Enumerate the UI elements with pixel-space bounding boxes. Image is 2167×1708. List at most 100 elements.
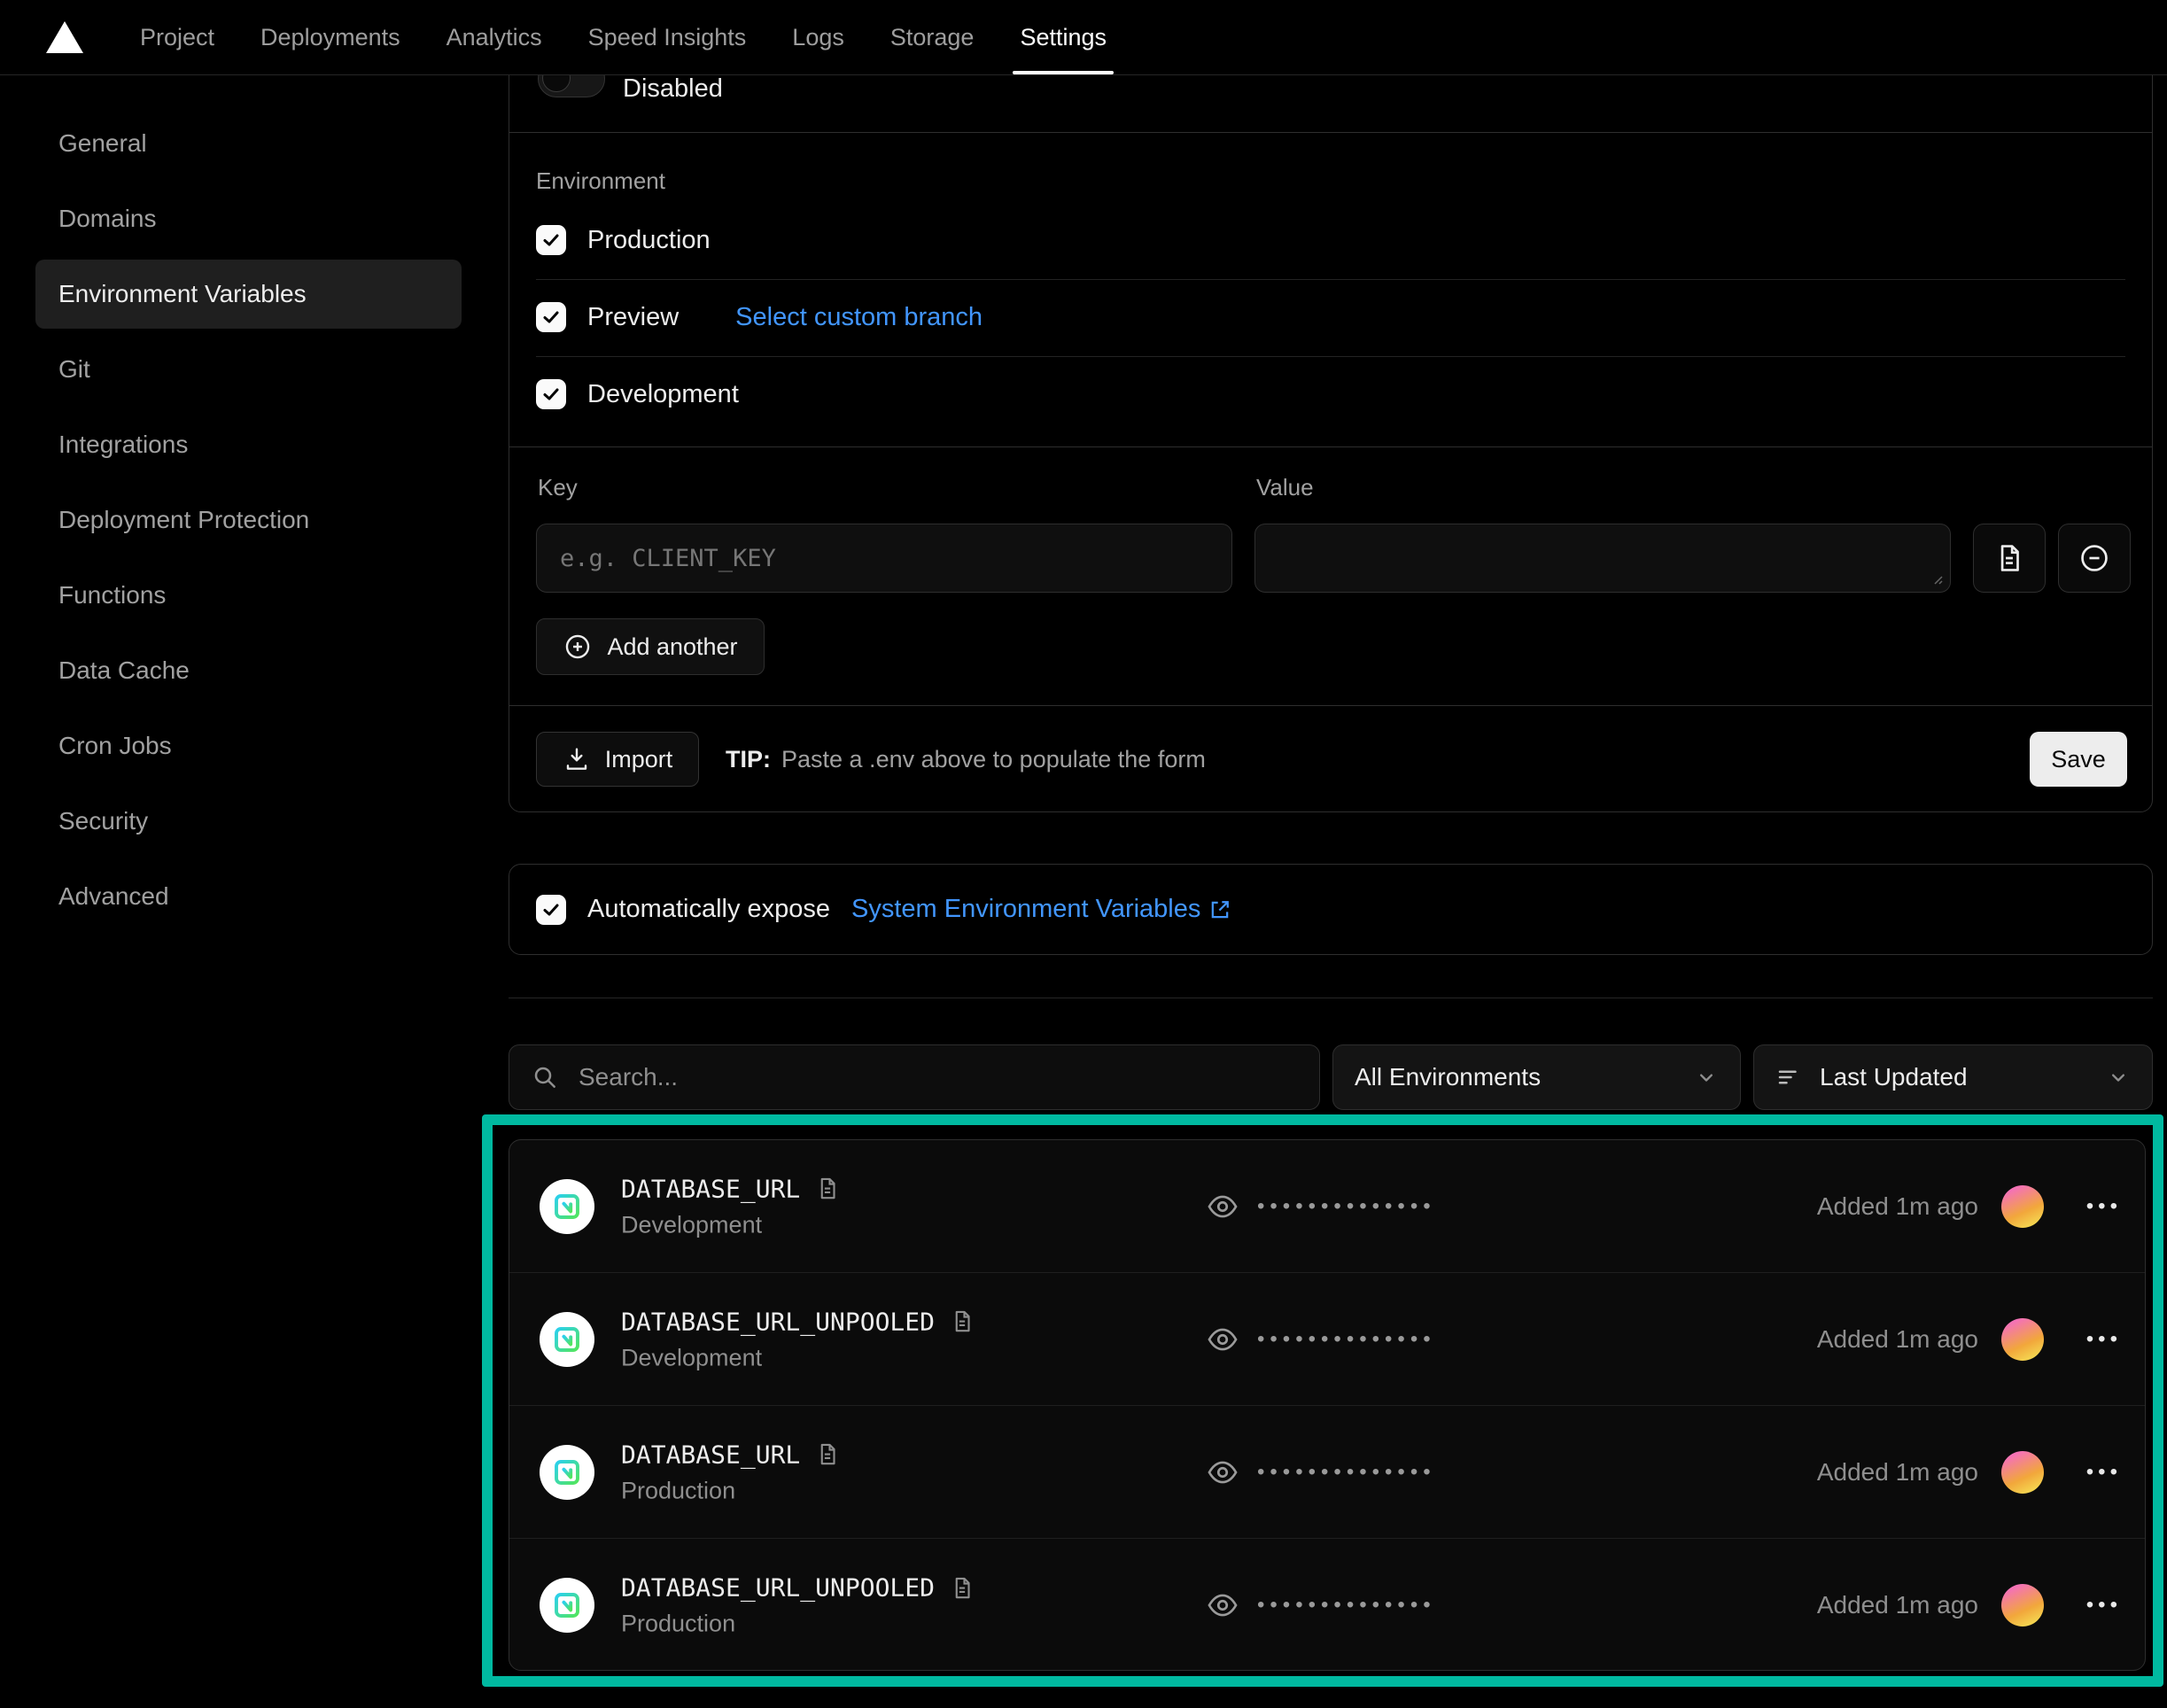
masked-value: •••••••••••••• (1257, 1593, 1436, 1618)
nav-item-storage[interactable]: Storage (890, 0, 975, 74)
row-actions-menu[interactable]: ••• (2086, 1593, 2122, 1618)
added-timestamp: Added 1m ago (1817, 1458, 1978, 1487)
env-var-list: DATABASE_URL Development •••••••••••••• … (509, 1139, 2146, 1671)
environments-filter-dropdown[interactable]: All Environments (1332, 1044, 1741, 1110)
sidebar-item-deployment-protection[interactable]: Deployment Protection (35, 485, 462, 555)
note-icon[interactable] (949, 1308, 975, 1335)
value-label: Value (1256, 474, 1314, 501)
row-actions-menu[interactable]: ••• (2086, 1327, 2122, 1352)
section-divider (509, 132, 2152, 133)
reveal-value-eye-icon[interactable] (1206, 1456, 1239, 1489)
development-checkbox[interactable] (536, 379, 566, 409)
paste-env-file-button[interactable] (1973, 524, 2046, 593)
row-actions-menu[interactable]: ••• (2086, 1194, 2122, 1219)
env-var-row: DATABASE_URL Development •••••••••••••• … (509, 1140, 2145, 1273)
note-icon[interactable] (814, 1176, 841, 1202)
row-actions-menu[interactable]: ••• (2086, 1460, 2122, 1485)
env-var-row: DATABASE_URL_UNPOOLED Production •••••••… (509, 1539, 2145, 1671)
preview-checkbox[interactable] (536, 302, 566, 332)
user-avatar (2001, 1451, 2044, 1494)
sort-dropdown[interactable]: Last Updated (1753, 1044, 2153, 1110)
neon-integration-avatar (540, 1179, 594, 1234)
search-icon (531, 1063, 559, 1091)
sidebar-item-advanced[interactable]: Advanced (35, 862, 462, 931)
external-link-icon (1208, 897, 1232, 922)
env-var-environment: Production (621, 1611, 975, 1638)
filter-row: All Environments Last Updated (509, 1044, 2153, 1110)
production-checkbox[interactable] (536, 225, 566, 255)
user-avatar (2001, 1584, 2044, 1626)
neon-logo-icon (551, 1191, 583, 1223)
plus-circle-icon (563, 632, 593, 662)
environments-filter-value: All Environments (1355, 1063, 1676, 1091)
chevron-down-icon (1694, 1065, 1719, 1090)
add-another-button[interactable]: Add another (536, 618, 765, 675)
env-var-environment: Production (621, 1477, 841, 1504)
sidebar-item-integrations[interactable]: Integrations (35, 410, 462, 479)
sidebar-item-domains[interactable]: Domains (35, 184, 462, 253)
sort-value: Last Updated (1820, 1063, 2088, 1091)
sidebar-item-environment-variables[interactable]: Environment Variables (35, 260, 462, 329)
env-var-row: DATABASE_URL_UNPOOLED Development ••••••… (509, 1273, 2145, 1406)
masked-value: •••••••••••••• (1257, 1327, 1436, 1352)
added-timestamp: Added 1m ago (1817, 1192, 1978, 1221)
search-input[interactable] (579, 1063, 1298, 1091)
system-env-variables-link[interactable]: System Environment Variables (851, 895, 1232, 924)
nav-item-analytics[interactable]: Analytics (447, 0, 542, 74)
nav-items: Project Deployments Analytics Speed Insi… (140, 0, 1107, 74)
tip-text: TIP: Paste a .env above to populate the … (726, 732, 1206, 787)
env-var-name: DATABASE_URL_UNPOOLED (621, 1573, 975, 1603)
neon-logo-icon (551, 1589, 583, 1621)
import-button[interactable]: Import (536, 732, 699, 787)
nav-item-logs[interactable]: Logs (792, 0, 844, 74)
footer-divider (509, 705, 2152, 706)
env-var-environment: Development (621, 1344, 975, 1371)
toggle-label: Disabled (623, 74, 723, 104)
sidebar-item-functions[interactable]: Functions (35, 561, 462, 630)
select-custom-branch-link[interactable]: Select custom branch (735, 303, 983, 332)
masked-value: •••••••••••••• (1257, 1460, 1436, 1485)
nav-item-deployments[interactable]: Deployments (260, 0, 400, 74)
production-label: Production (587, 226, 711, 255)
env-var-environment: Development (621, 1211, 841, 1238)
note-icon[interactable] (949, 1574, 975, 1601)
file-icon (1992, 541, 2026, 575)
sidebar-item-data-cache[interactable]: Data Cache (35, 636, 462, 705)
nav-item-project[interactable]: Project (140, 0, 214, 74)
system-env-variables-link-text: System Environment Variables (851, 895, 1200, 924)
nav-item-settings[interactable]: Settings (1020, 0, 1107, 74)
auto-expose-checkbox[interactable] (536, 895, 566, 925)
minus-circle-icon (2078, 541, 2111, 575)
row-divider (536, 279, 2125, 280)
environment-section-label: Environment (536, 167, 665, 195)
save-button[interactable]: Save (2030, 732, 2127, 787)
reveal-value-eye-icon[interactable] (1206, 1190, 1239, 1223)
sidebar-item-general[interactable]: General (35, 109, 462, 178)
nav-item-speed-insights[interactable]: Speed Insights (588, 0, 747, 74)
import-label: Import (605, 746, 673, 773)
env-var-name-text: DATABASE_URL (621, 1174, 800, 1203)
user-avatar (2001, 1318, 2044, 1361)
resize-handle-icon[interactable] (1930, 571, 1944, 586)
top-nav: Project Deployments Analytics Speed Insi… (0, 0, 2167, 75)
reveal-value-eye-icon[interactable] (1206, 1323, 1239, 1356)
note-icon[interactable] (814, 1441, 841, 1468)
sidebar-item-git[interactable]: Git (35, 335, 462, 404)
env-var-info: DATABASE_URL_UNPOOLED Production (621, 1573, 975, 1638)
download-icon (563, 745, 591, 773)
tip-bold: TIP: (726, 746, 771, 773)
neon-integration-avatar (540, 1445, 594, 1500)
env-var-name: DATABASE_URL_UNPOOLED (621, 1307, 975, 1336)
check-icon (540, 899, 562, 920)
key-input[interactable] (536, 524, 1232, 593)
preview-label: Preview (587, 303, 679, 332)
add-another-label: Add another (607, 633, 737, 661)
sidebar-item-cron-jobs[interactable]: Cron Jobs (35, 711, 462, 780)
sidebar-item-security[interactable]: Security (35, 787, 462, 856)
vercel-logo-icon[interactable] (46, 21, 83, 53)
sort-icon (1775, 1064, 1802, 1091)
chevron-down-icon (2106, 1065, 2131, 1090)
remove-row-button[interactable] (2058, 524, 2131, 593)
reveal-value-eye-icon[interactable] (1206, 1588, 1239, 1622)
value-input[interactable] (1254, 524, 1951, 593)
